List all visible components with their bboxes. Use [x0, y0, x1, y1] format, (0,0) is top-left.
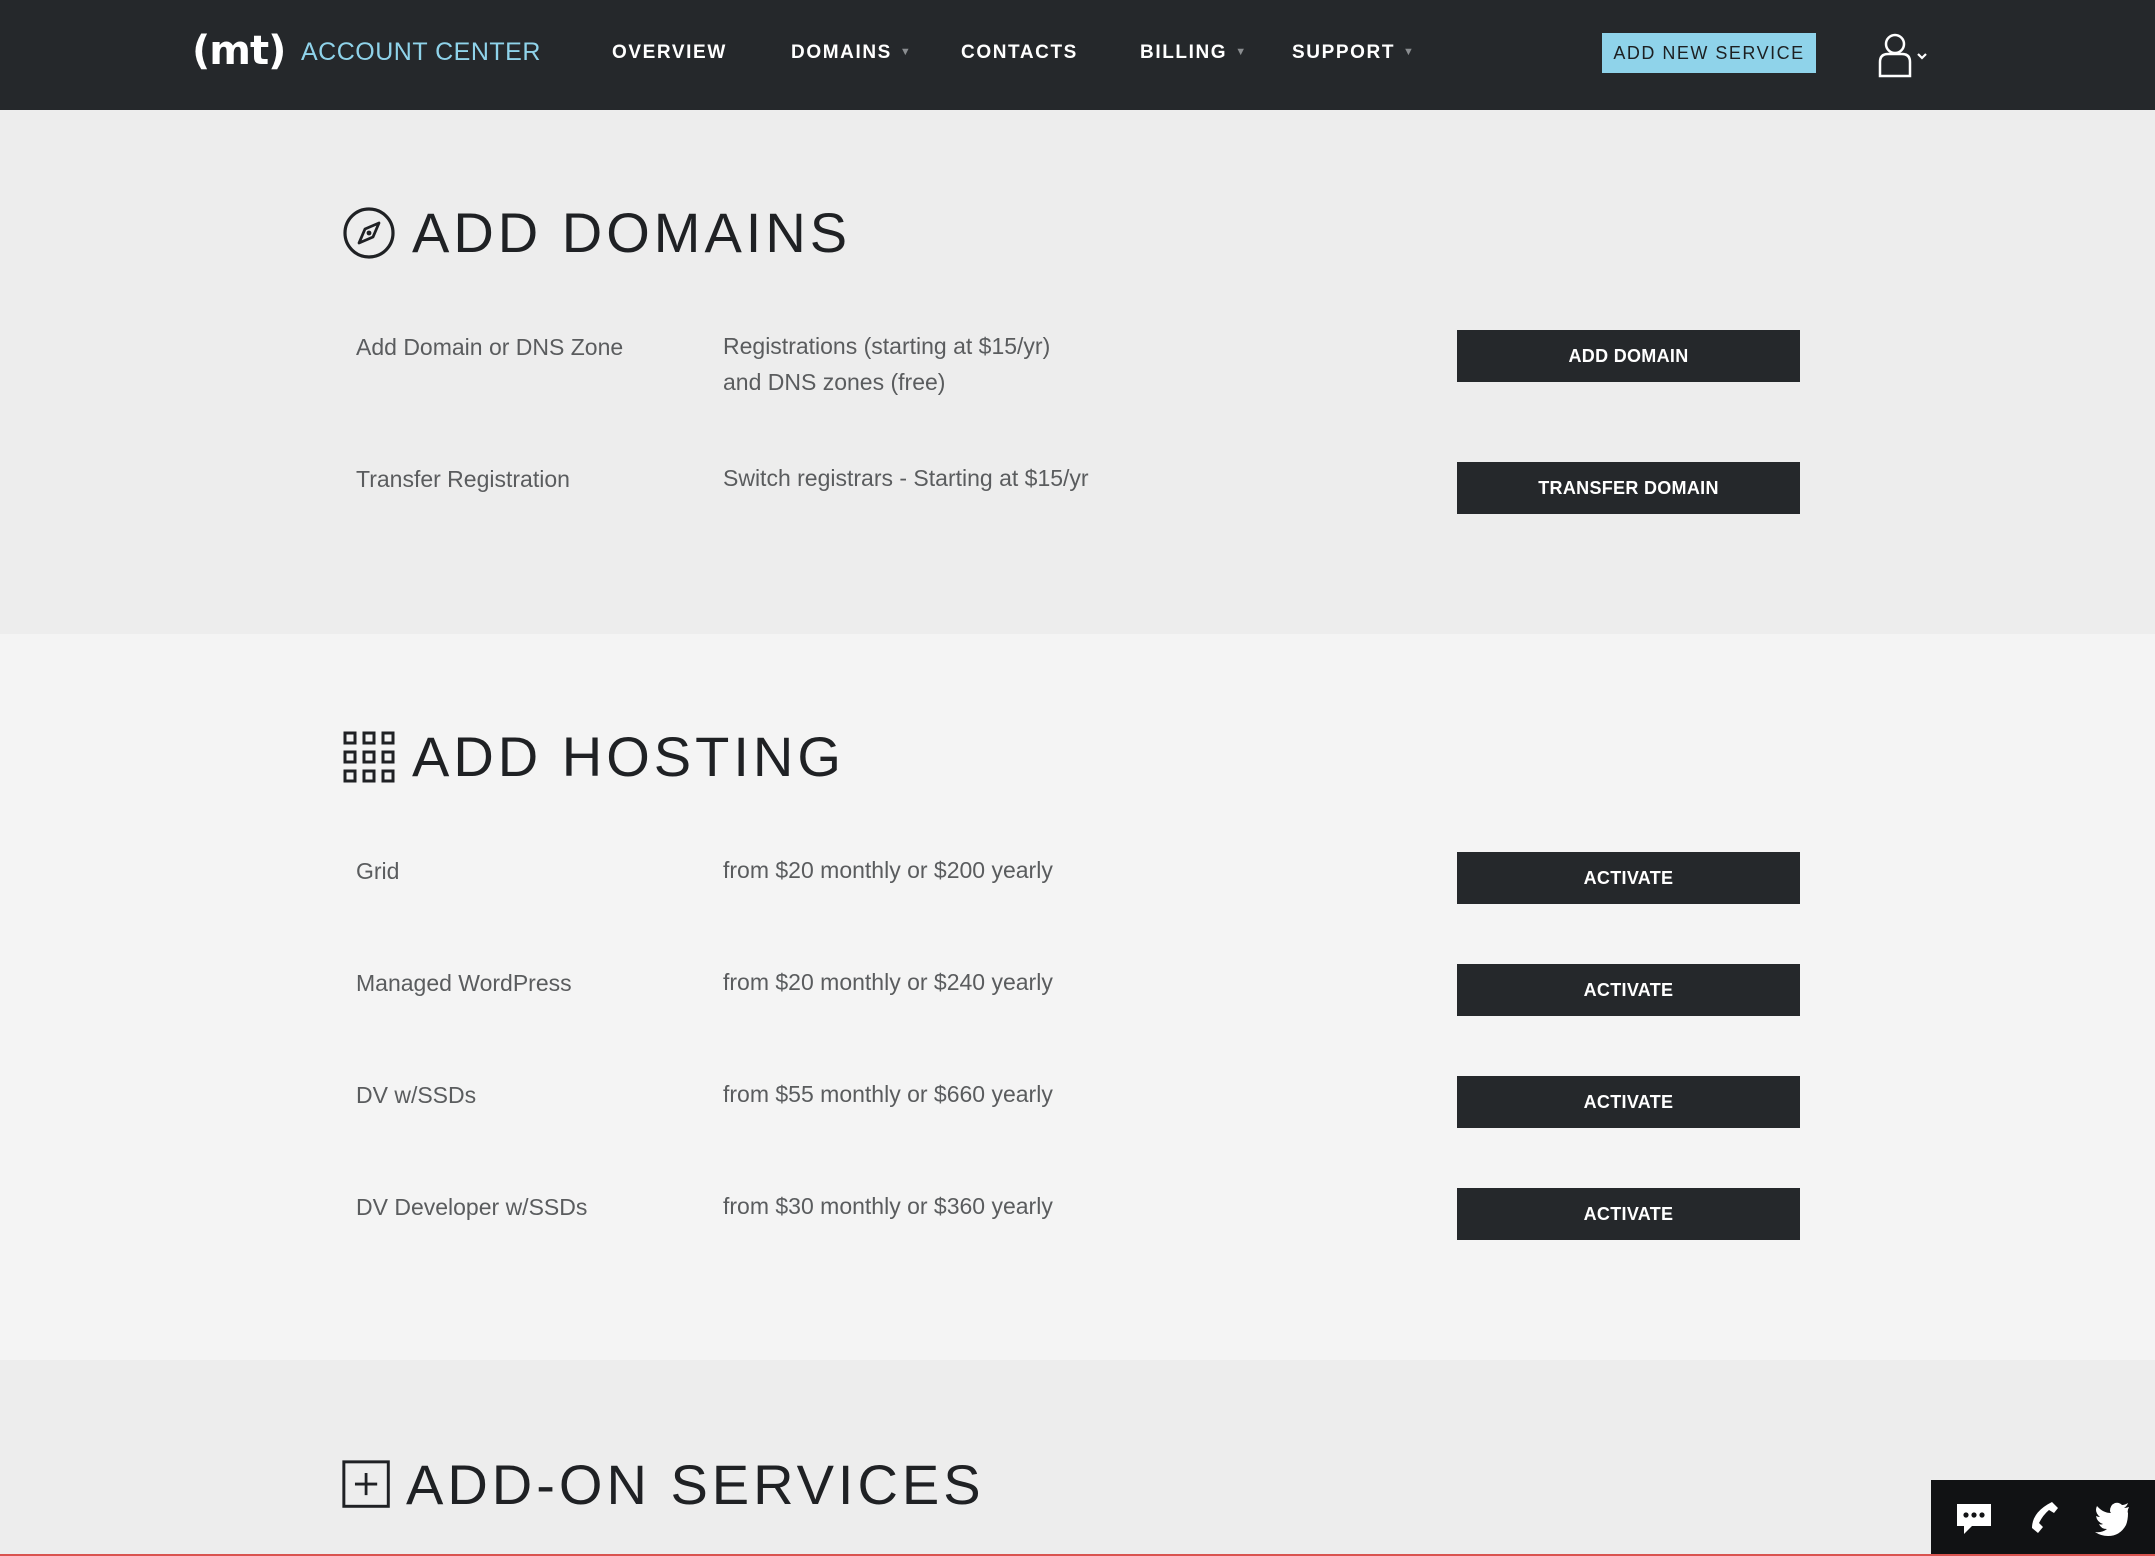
- chevron-down-icon: ▼: [1235, 46, 1248, 58]
- nav-overview-label: OVERVIEW: [612, 42, 727, 63]
- add-on-services-title: ADD-ON SERVICES: [406, 1453, 985, 1516]
- activate-managed-wordpress-button[interactable]: ACTIVATE: [1457, 964, 1800, 1016]
- nav-billing[interactable]: BILLING ▼: [1140, 42, 1248, 64]
- row-desc-add-domain: Registrations (starting at $15/yr) and D…: [723, 328, 1203, 400]
- nav-support-label: SUPPORT: [1292, 42, 1396, 63]
- activate-dv-ssds-button[interactable]: ACTIVATE: [1457, 1076, 1800, 1128]
- add-hosting-title: ADD HOSTING: [412, 725, 845, 788]
- row-name-transfer: Transfer Registration: [356, 466, 570, 492]
- transfer-domain-button[interactable]: TRANSFER DOMAIN: [1457, 462, 1800, 514]
- twitter-icon[interactable]: [2092, 1498, 2132, 1538]
- add-hosting-heading: ADD HOSTING: [342, 724, 845, 789]
- add-hosting-section: ADD HOSTING Grid from $20 monthly or $20…: [0, 634, 2155, 1360]
- app-title[interactable]: ACCOUNT CENTER: [301, 38, 541, 67]
- add-domains-title: ADD DOMAINS: [412, 201, 852, 264]
- compass-icon: [343, 206, 395, 259]
- plus-box-icon: [342, 1459, 390, 1508]
- row-desc-line: Switch registrars - Starting at $15/yr: [723, 465, 1089, 491]
- chat-icon[interactable]: [1954, 1498, 1994, 1538]
- nav-billing-label: BILLING: [1140, 42, 1228, 63]
- row-name-grid: Grid: [356, 858, 400, 884]
- row-name-dv-ssds: DV w/SSDs: [356, 1082, 477, 1108]
- row-name-dv-developer: DV Developer w/SSDs: [356, 1194, 588, 1220]
- contact-bar: [1931, 1480, 2155, 1556]
- add-new-service-button[interactable]: ADD NEW SERVICE: [1602, 33, 1816, 73]
- row-name-managed-wordpress: Managed WordPress: [356, 970, 572, 996]
- add-domains-section: ADD DOMAINS Add Domain or DNS Zone Regis…: [0, 110, 2155, 634]
- mt-logo[interactable]: (mt): [192, 28, 286, 74]
- add-domain-button[interactable]: ADD DOMAIN: [1457, 330, 1800, 382]
- row-desc-managed-wordpress: from $20 monthly or $240 yearly: [723, 969, 1053, 995]
- row-desc-transfer: Switch registrars - Starting at $15/yr: [723, 460, 1203, 496]
- nav-domains[interactable]: DOMAINS ▼: [791, 42, 912, 64]
- row-desc-line: and DNS zones (free): [723, 369, 946, 395]
- row-desc-line: Registrations (starting at $15/yr): [723, 333, 1051, 359]
- nav-contacts[interactable]: CONTACTS: [961, 42, 1078, 64]
- activate-dv-developer-button[interactable]: ACTIVATE: [1457, 1188, 1800, 1240]
- nav-support[interactable]: SUPPORT ▼: [1292, 42, 1416, 64]
- user-menu[interactable]: [1876, 32, 1932, 78]
- row-desc-dv-ssds: from $55 monthly or $660 yearly: [723, 1081, 1053, 1107]
- nav-contacts-label: CONTACTS: [961, 42, 1078, 63]
- user-icon: [1878, 33, 1927, 78]
- chevron-down-icon: ▼: [899, 46, 913, 58]
- grid-icon: [343, 731, 395, 782]
- nav-domains-label: DOMAINS: [791, 42, 892, 63]
- row-name-add-domain: Add Domain or DNS Zone: [356, 334, 624, 360]
- add-domains-heading: ADD DOMAINS: [342, 200, 851, 265]
- row-desc-grid: from $20 monthly or $200 yearly: [723, 857, 1053, 883]
- top-navigation-bar: (mt) ACCOUNT CENTER OVERVIEW DOMAINS ▼ CO…: [0, 0, 2155, 110]
- phone-icon[interactable]: [2023, 1498, 2063, 1538]
- add-on-services-heading: ADD-ON SERVICES: [342, 1452, 985, 1517]
- row-desc-dv-developer: from $30 monthly or $360 yearly: [723, 1193, 1053, 1219]
- add-on-services-section: ADD-ON SERVICES: [0, 1360, 2155, 1556]
- activate-grid-button[interactable]: ACTIVATE: [1457, 852, 1800, 904]
- nav-overview[interactable]: OVERVIEW: [612, 42, 727, 64]
- chevron-down-icon: ▼: [1403, 46, 1416, 58]
